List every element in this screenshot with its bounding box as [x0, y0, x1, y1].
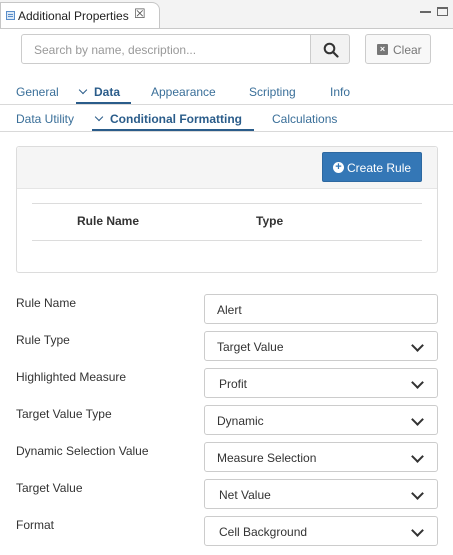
tab-general[interactable]: General — [16, 85, 59, 99]
highlighted-measure-label: Highlighted Measure — [16, 370, 127, 384]
active-subtab-indicator — [92, 129, 254, 131]
create-rule-button[interactable]: + Create Rule — [322, 152, 422, 182]
chevron-down-icon — [411, 487, 424, 500]
tab-info[interactable]: Info — [330, 85, 350, 99]
create-rule-label: Create Rule — [347, 161, 412, 175]
chevron-down-icon — [94, 112, 104, 122]
target-value-label: Target Value — [16, 481, 83, 495]
tab-appearance[interactable]: Appearance — [151, 85, 216, 99]
chevron-down-icon — [78, 85, 88, 95]
minimize-icon[interactable] — [420, 7, 431, 13]
tab-data[interactable]: Data — [78, 85, 120, 99]
rule-type-label: Rule Type — [16, 333, 70, 347]
subtab-conditional-formatting[interactable]: Conditional Formatting — [94, 112, 242, 126]
chevron-down-icon — [411, 339, 424, 352]
plus-circle-icon: + — [333, 162, 344, 173]
rule-name-label: Rule Name — [16, 296, 77, 310]
search-field — [21, 34, 311, 64]
highlighted-measure-value: Profit — [219, 377, 248, 391]
close-icon[interactable]: ☒ — [134, 6, 146, 22]
chevron-down-icon — [411, 524, 424, 537]
format-select[interactable]: Cell Background — [204, 516, 438, 546]
column-header-type[interactable]: Type — [256, 214, 283, 228]
view-title: Additional Properties — [18, 9, 129, 23]
rules-table-header: Rule Name Type — [32, 203, 422, 241]
target-value-select[interactable]: Net Value — [204, 479, 438, 509]
rules-panel-header: + Create Rule — [17, 147, 437, 189]
dynamic-selection-value-value: Measure Selection — [217, 451, 317, 465]
chevron-down-icon — [411, 450, 424, 463]
search-input[interactable] — [32, 36, 306, 64]
rule-name-input[interactable]: Alert — [204, 294, 438, 324]
dynamic-selection-value-label: Dynamic Selection Value — [16, 444, 149, 458]
tab-scripting[interactable]: Scripting — [249, 85, 296, 99]
target-value-type-label: Target Value Type — [16, 407, 112, 421]
target-value-type-value: Dynamic — [217, 414, 264, 428]
property-tabs: General Data Appearance Scripting Info — [0, 84, 453, 105]
format-value: Cell Background — [219, 525, 308, 539]
view-header: Additional Properties ☒ — [0, 0, 453, 29]
rule-name-value: Alert — [217, 303, 242, 317]
chevron-down-icon — [411, 413, 424, 426]
format-label: Format — [16, 518, 55, 532]
rule-type-select[interactable]: Target Value — [204, 331, 438, 361]
clear-button[interactable]: × Clear — [365, 34, 431, 64]
search-icon — [323, 42, 339, 58]
clear-label: Clear — [393, 43, 422, 57]
rules-panel: + Create Rule Rule Name Type — [16, 146, 438, 273]
clear-icon: × — [377, 44, 388, 55]
highlighted-measure-select[interactable]: Profit — [204, 368, 438, 398]
view-tab[interactable]: Additional Properties ☒ — [0, 2, 160, 28]
properties-icon — [6, 11, 15, 20]
maximize-icon[interactable] — [437, 7, 448, 16]
rule-type-value: Target Value — [217, 340, 284, 354]
subtab-calculations[interactable]: Calculations — [272, 112, 337, 126]
search-button[interactable] — [310, 34, 350, 64]
target-value-value: Net Value — [219, 488, 271, 502]
dynamic-selection-value-select[interactable]: Measure Selection — [204, 442, 438, 472]
chevron-down-icon — [411, 376, 424, 389]
target-value-type-select[interactable]: Dynamic — [204, 405, 438, 435]
subtab-data-utility[interactable]: Data Utility — [16, 112, 74, 126]
column-header-rule-name[interactable]: Rule Name — [77, 214, 139, 228]
active-tab-indicator — [76, 102, 131, 104]
